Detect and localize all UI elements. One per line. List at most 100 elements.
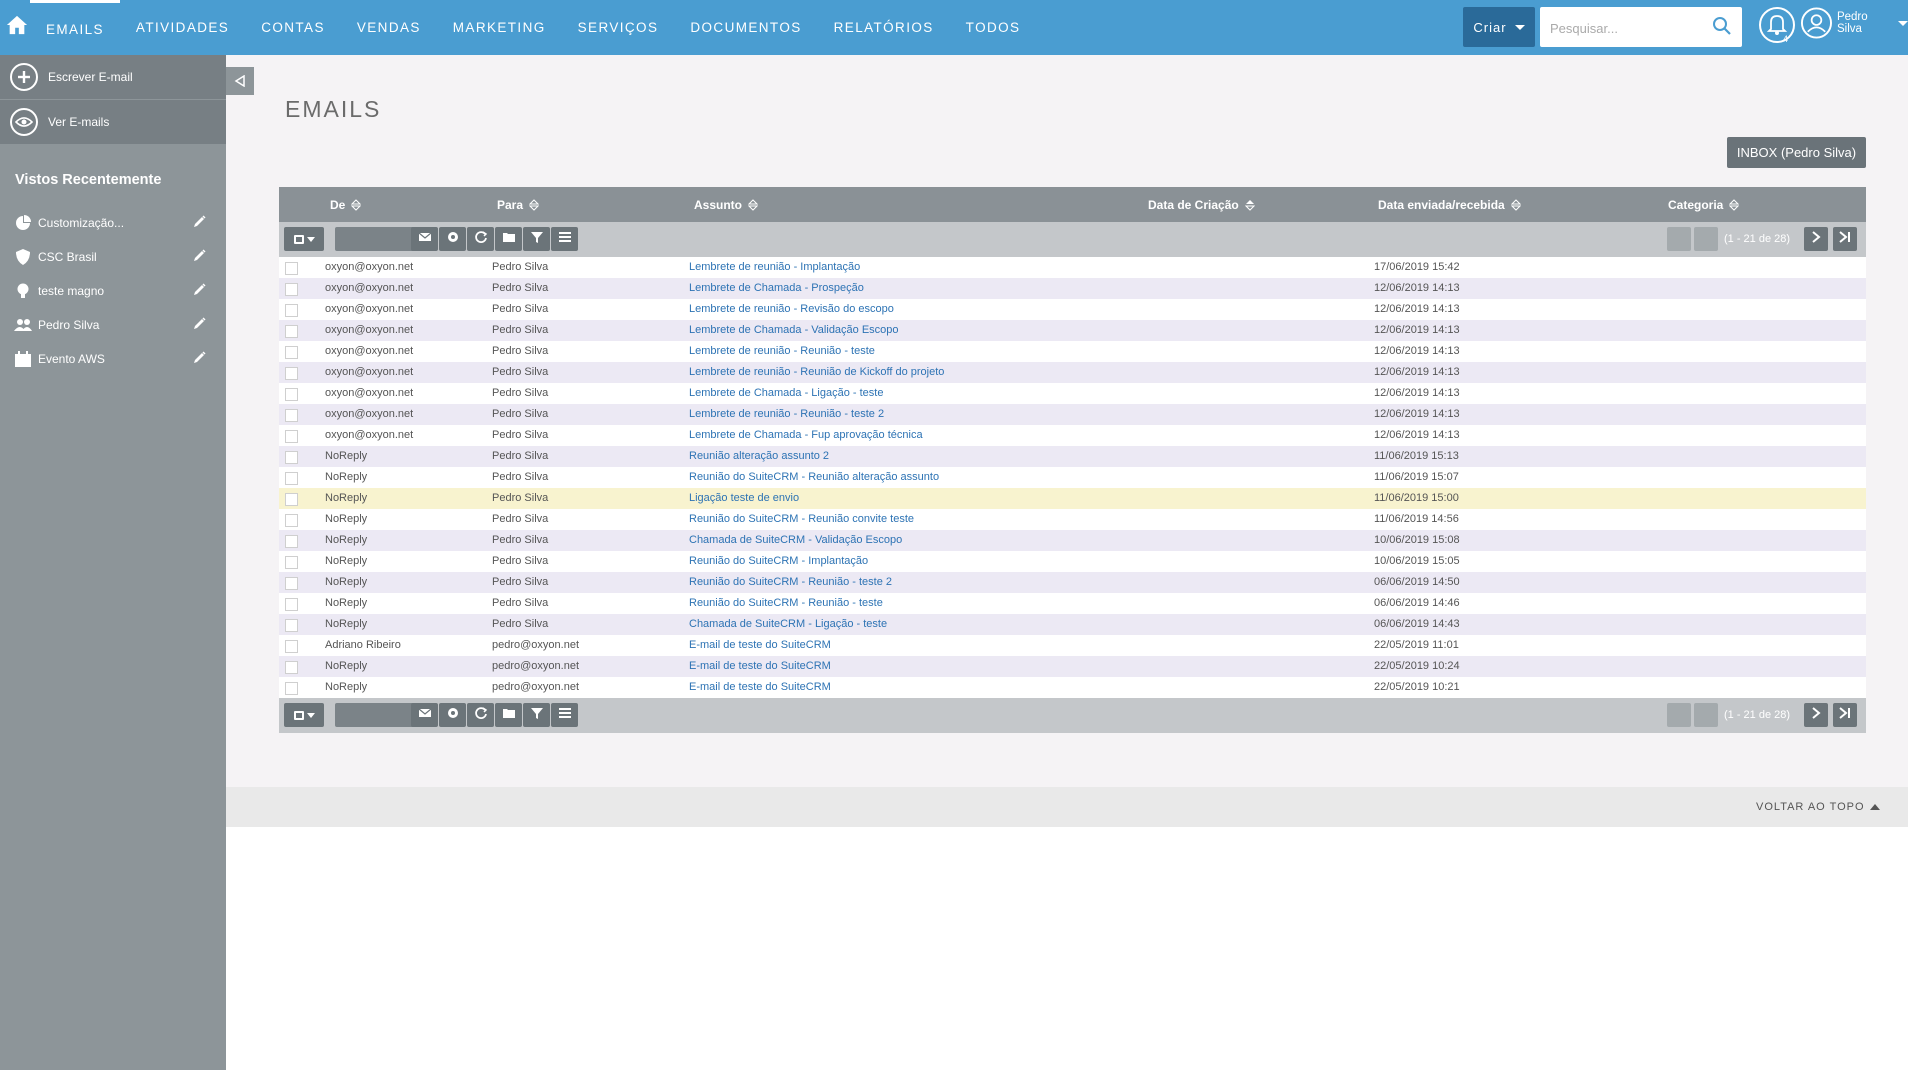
cell-subject-link[interactable]: Lembrete de Chamada - Ligação - teste	[689, 387, 883, 399]
nav-item-marketing[interactable]: MARKETING	[437, 0, 562, 55]
cell-subject-link[interactable]: Reunião alteração assunto 2	[689, 450, 829, 462]
nav-item-contas[interactable]: CONTAS	[245, 0, 341, 55]
row-checkbox[interactable]	[285, 472, 298, 485]
recent-item[interactable]: teste magno	[0, 274, 226, 308]
sidebar-collapse-button[interactable]	[226, 67, 254, 95]
folder-button[interactable]	[495, 227, 522, 251]
cell-subject-link[interactable]: Reunião do SuiteCRM - Reunião - teste	[689, 597, 883, 609]
row-checkbox[interactable]	[285, 367, 298, 380]
nav-item-serviços[interactable]: SERVIÇOS	[562, 0, 675, 55]
filter-button[interactable]	[523, 227, 550, 251]
nav-item-vendas[interactable]: VENDAS	[341, 0, 437, 55]
row-checkbox[interactable]	[285, 535, 298, 548]
folder-button[interactable]	[495, 703, 522, 727]
envelope-button[interactable]	[411, 703, 438, 727]
recent-item[interactable]: Pedro Silva	[0, 308, 226, 342]
row-checkbox[interactable]	[285, 514, 298, 527]
cell-subject-link[interactable]: Reunião do SuiteCRM - Reunião convite te…	[689, 513, 914, 525]
row-checkbox[interactable]	[285, 409, 298, 422]
row-checkbox[interactable]	[285, 682, 298, 695]
row-checkbox[interactable]	[285, 640, 298, 653]
pencil-icon[interactable]	[193, 351, 206, 367]
cell-subject-link[interactable]: Lembrete de Chamada - Validação Escopo	[689, 324, 899, 336]
row-checkbox[interactable]	[285, 388, 298, 401]
nav-item-todos[interactable]: TODOS	[950, 0, 1037, 55]
cell-subject-link[interactable]: Lembrete de reunião - Reunião - teste 2	[689, 408, 884, 420]
user-menu[interactable]: Pedro Silva	[1800, 6, 1908, 40]
cell-subject-link[interactable]: E-mail de teste do SuiteCRM	[689, 681, 831, 693]
select-all-dropdown[interactable]	[284, 703, 324, 727]
envelope-button[interactable]	[411, 227, 438, 251]
gear-button[interactable]	[439, 227, 466, 251]
refresh-button[interactable]	[467, 703, 494, 727]
row-checkbox[interactable]	[285, 556, 298, 569]
cell-subject-link[interactable]: Chamada de SuiteCRM - Validação Escopo	[689, 534, 902, 546]
column-header-category[interactable]: Categoria	[1668, 198, 1740, 212]
cell-subject-link[interactable]: Reunião do SuiteCRM - Reunião alteração …	[689, 471, 939, 483]
cell-subject-link[interactable]: Lembrete de Chamada - Fup aprovação técn…	[689, 429, 923, 441]
row-checkbox[interactable]	[285, 598, 298, 611]
pencil-icon[interactable]	[193, 215, 206, 231]
column-header-sent[interactable]: Data enviada/recebida	[1378, 198, 1521, 212]
column-header-subject[interactable]: Assunto	[694, 198, 758, 212]
row-checkbox[interactable]	[285, 346, 298, 359]
back-to-top-link[interactable]: VOLTAR AO TOPO	[1756, 801, 1880, 813]
row-checkbox[interactable]	[285, 451, 298, 464]
refresh-button[interactable]	[467, 227, 494, 251]
nav-item-documentos[interactable]: DOCUMENTOS	[674, 0, 817, 55]
previous-page-button[interactable]	[1694, 703, 1718, 727]
compose-email-action[interactable]: Escrever E-mail	[0, 55, 226, 100]
next-page-button[interactable]	[1804, 703, 1828, 727]
row-checkbox[interactable]	[285, 262, 298, 275]
pencil-icon[interactable]	[193, 283, 206, 299]
list-columns-button[interactable]	[551, 227, 578, 251]
pencil-icon[interactable]	[193, 249, 206, 265]
cell-subject-link[interactable]: Lembrete de reunião - Implantação	[689, 261, 860, 273]
create-dropdown-button[interactable]: Criar	[1463, 7, 1535, 47]
inbox-folder-button[interactable]: INBOX (Pedro Silva)	[1727, 137, 1866, 168]
gear-button[interactable]	[439, 703, 466, 727]
cell-subject-link[interactable]: Lembrete de Chamada - Prospeção	[689, 282, 864, 294]
nav-item-emails[interactable]: EMAILS	[30, 0, 120, 55]
view-emails-action[interactable]: Ver E-mails	[0, 100, 226, 145]
search-input[interactable]	[1550, 17, 1700, 39]
notifications-bell-icon[interactable]	[1758, 5, 1796, 45]
list-columns-button[interactable]	[551, 703, 578, 727]
first-page-button[interactable]	[1667, 227, 1691, 251]
row-checkbox[interactable]	[285, 325, 298, 338]
row-checkbox[interactable]	[285, 577, 298, 590]
select-all-dropdown[interactable]	[284, 227, 324, 251]
last-page-button[interactable]	[1833, 227, 1857, 251]
nav-item-atividades[interactable]: ATIVIDADES	[120, 0, 245, 55]
column-header-to[interactable]: Para	[497, 198, 540, 212]
previous-page-button[interactable]	[1694, 227, 1718, 251]
nav-item-relatórios[interactable]: RELATÓRIOS	[818, 0, 950, 55]
recent-item[interactable]: Evento AWS	[0, 342, 226, 376]
cell-subject-link[interactable]: Lembrete de reunião - Reunião - teste	[689, 345, 875, 357]
cell-subject-link[interactable]: Ligação teste de envio	[689, 492, 799, 504]
recent-item[interactable]: Customização...	[0, 206, 226, 240]
cell-subject-link[interactable]: E-mail de teste do SuiteCRM	[689, 639, 831, 651]
row-checkbox[interactable]	[285, 661, 298, 674]
cell-subject-link[interactable]: Chamada de SuiteCRM - Ligação - teste	[689, 618, 887, 630]
first-page-button[interactable]	[1667, 703, 1691, 727]
column-header-from[interactable]: De	[330, 198, 362, 212]
cell-subject-link[interactable]: Reunião do SuiteCRM - Reunião - teste 2	[689, 576, 892, 588]
next-page-button[interactable]	[1804, 227, 1828, 251]
search-icon[interactable]	[1712, 16, 1732, 36]
cell-subject-link[interactable]: Reunião do SuiteCRM - Implantação	[689, 555, 868, 567]
cell-subject-link[interactable]: Lembrete de reunião - Reunião de Kickoff…	[689, 366, 944, 378]
last-page-button[interactable]	[1833, 703, 1857, 727]
row-checkbox[interactable]	[285, 493, 298, 506]
pencil-icon[interactable]	[193, 317, 206, 333]
filter-button[interactable]	[523, 703, 550, 727]
row-checkbox[interactable]	[285, 304, 298, 317]
row-checkbox[interactable]	[285, 283, 298, 296]
column-header-created[interactable]: Data de Criação	[1148, 198, 1255, 212]
cell-subject-link[interactable]: Lembrete de reunião - Revisão do escopo	[689, 303, 894, 315]
recent-item[interactable]: CSC Brasil	[0, 240, 226, 274]
cell-subject-link[interactable]: E-mail de teste do SuiteCRM	[689, 660, 831, 672]
row-checkbox[interactable]	[285, 619, 298, 632]
row-checkbox[interactable]	[285, 430, 298, 443]
home-icon[interactable]	[6, 14, 28, 36]
